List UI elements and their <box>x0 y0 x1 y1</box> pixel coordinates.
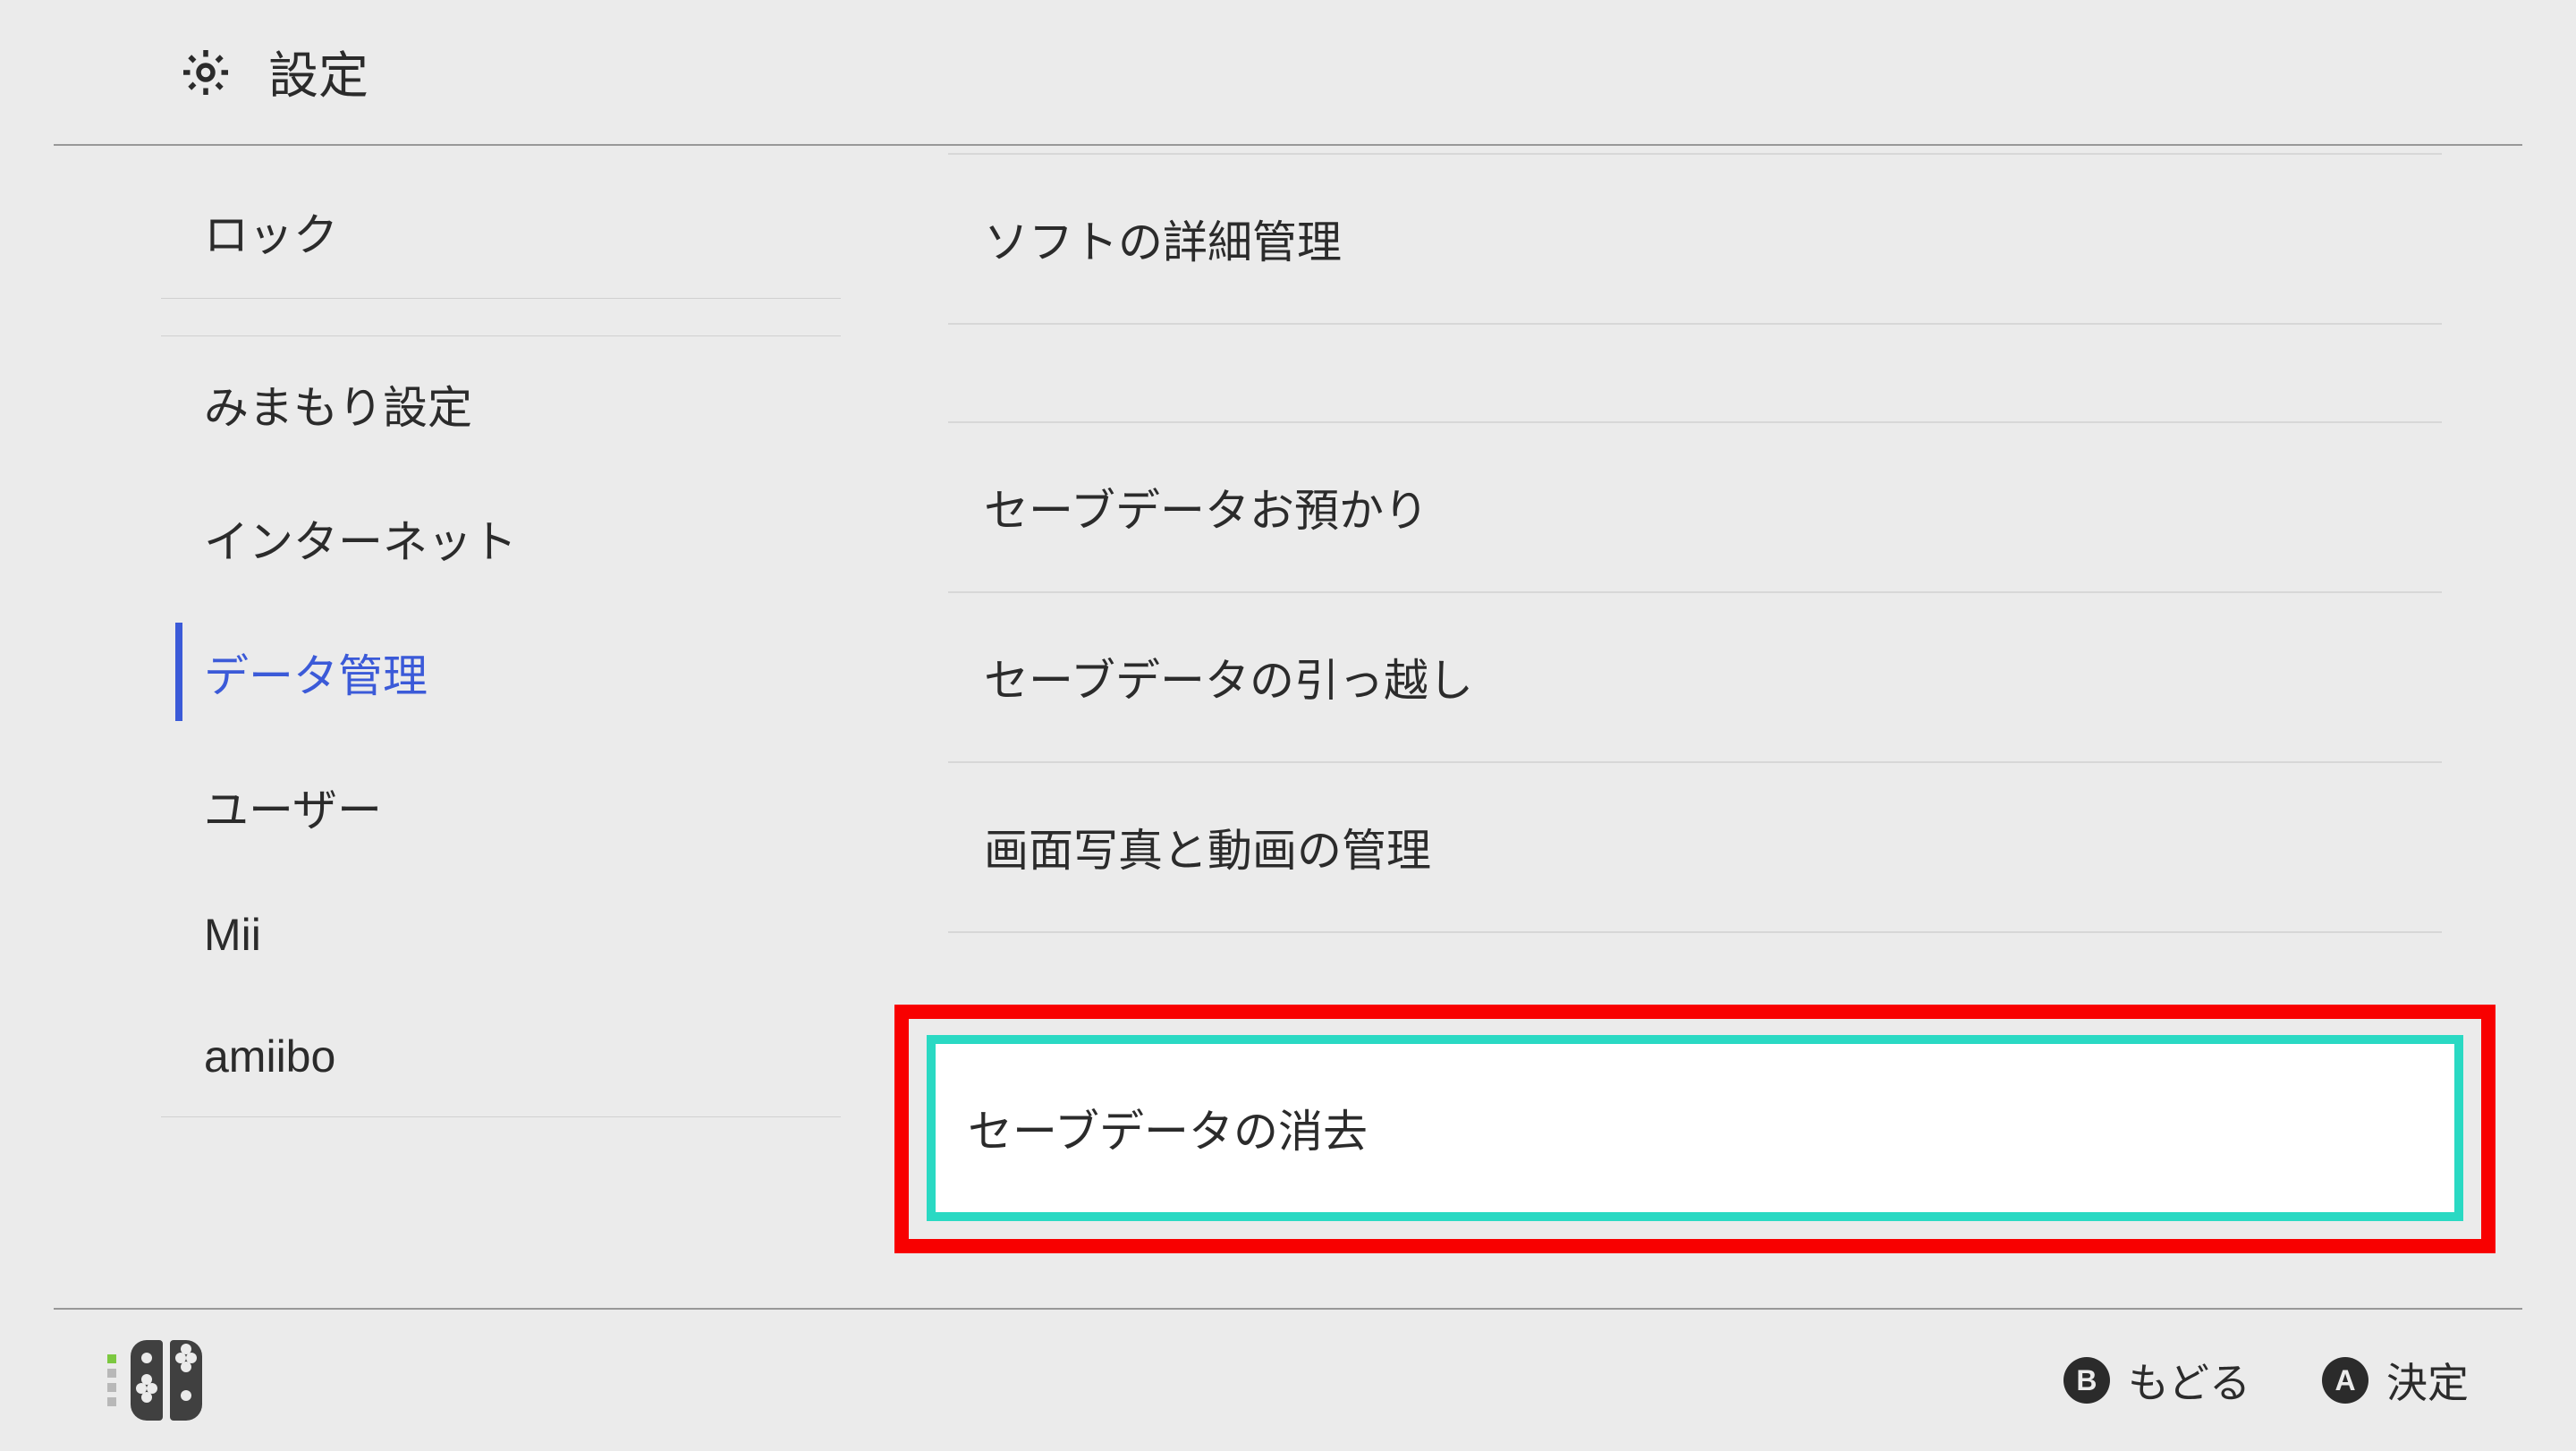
footer: B もどる A 決定 <box>54 1308 2522 1451</box>
menu-item-label: セーブデータの消去 <box>968 1107 1368 1157</box>
b-button-icon: B <box>2063 1357 2110 1404</box>
sidebar-item-internet[interactable]: インターネット <box>161 471 841 605</box>
a-button-icon: A <box>2322 1357 2368 1404</box>
sidebar-item-parental[interactable]: みまもり設定 <box>161 336 841 471</box>
gear-icon <box>179 46 233 99</box>
sidebar-item-lock[interactable]: ロック <box>161 164 841 299</box>
sidebar-item-label: ユーザー <box>204 785 382 836</box>
sidebar-item-label: Mii <box>204 910 261 960</box>
sidebar-item-amiibo[interactable]: amiibo <box>161 995 841 1117</box>
menu-item-label: セーブデータお預かり <box>984 486 1428 536</box>
content-area: ロック みまもり設定 インターネット データ管理 ユーザー Mii amiibo… <box>0 146 2576 1273</box>
joycon-right-icon <box>170 1340 202 1421</box>
header: 設定 <box>54 0 2522 146</box>
signal-indicator <box>107 1354 116 1406</box>
sidebar-item-data-management[interactable]: データ管理 <box>161 605 841 739</box>
menu-item-screenshots[interactable]: 画面写真と動画の管理 <box>948 761 2442 933</box>
back-button[interactable]: B もどる <box>2063 1351 2250 1410</box>
confirm-label: 決定 <box>2386 1351 2469 1410</box>
sidebar-spacer <box>161 299 841 336</box>
menu-item-save-cloud[interactable]: セーブデータお預かり <box>948 421 2442 593</box>
main-panel: ソフトの詳細管理 セーブデータお預かり セーブデータの引っ越し 画面写真と動画の… <box>841 146 2576 1273</box>
sidebar-item-label: ロック <box>204 210 338 260</box>
sidebar: ロック みまもり設定 インターネット データ管理 ユーザー Mii amiibo <box>0 146 841 1273</box>
footer-buttons: B もどる A 決定 <box>2063 1351 2469 1410</box>
menu-item-label: セーブデータの引っ越し <box>984 656 1473 706</box>
page-title: 設定 <box>268 36 369 108</box>
sidebar-item-label: インターネット <box>204 517 517 567</box>
joycon-left-icon <box>131 1340 163 1421</box>
menu-item-label: 画面写真と動画の管理 <box>984 826 1431 876</box>
menu-item-save-transfer[interactable]: セーブデータの引っ越し <box>948 591 2442 763</box>
back-label: もどる <box>2128 1351 2250 1410</box>
section-gap <box>948 325 2442 423</box>
sidebar-item-label: みまもり設定 <box>204 383 472 433</box>
sidebar-item-user[interactable]: ユーザー <box>161 739 841 873</box>
sidebar-item-label: データ管理 <box>204 651 428 701</box>
menu-item-software-details[interactable]: ソフトの詳細管理 <box>948 153 2442 325</box>
highlight-box: セーブデータの消去 <box>894 1005 2496 1253</box>
sidebar-item-mii[interactable]: Mii <box>161 873 841 995</box>
controller-icon <box>107 1340 202 1421</box>
confirm-button[interactable]: A 決定 <box>2322 1351 2469 1410</box>
menu-item-delete-save[interactable]: セーブデータの消去 <box>927 1035 2463 1221</box>
sidebar-item-label: amiibo <box>204 1031 335 1082</box>
menu-item-label: ソフトの詳細管理 <box>984 217 1342 267</box>
